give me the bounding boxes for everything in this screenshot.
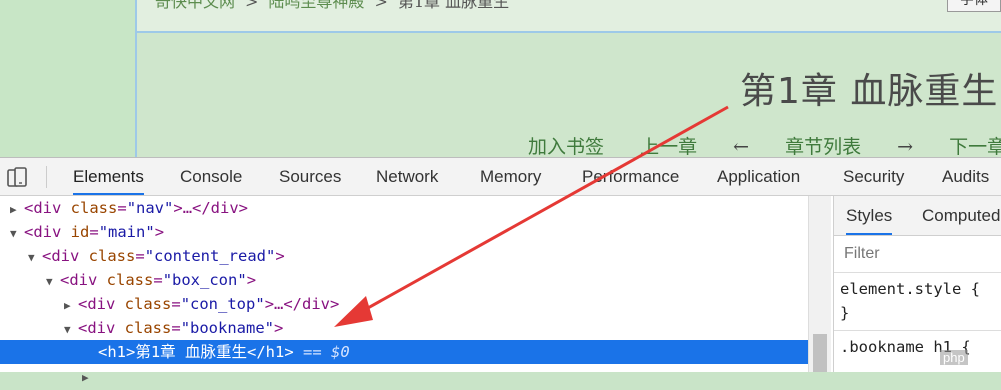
chapter-navigation: 加入书签 上一章 ← 章节列表 → 下一章 (528, 132, 1001, 159)
collapsed-triangle-icon[interactable]: ▶ (10, 198, 24, 222)
dom-node-box-con[interactable]: ▼ <div class="box_con"> (0, 268, 256, 292)
tab-computed[interactable]: Computed (922, 196, 1000, 235)
breadcrumb-text: 奇快中文网 > 陆鸣至尊神殿 > 第1章 血脉重生 (155, 0, 509, 12)
breadcrumb: 奇快中文网 > 陆鸣至尊神殿 > 第1章 血脉重生 字体 (137, 0, 1001, 33)
element-style-close: } (840, 304, 850, 322)
dom-node-main[interactable]: ▼ <div id="main"> (0, 220, 164, 244)
dom-node-h1-selected[interactable]: <h1>第1章 血脉重生</h1> == $0 (0, 340, 808, 364)
dom-node-partial-next[interactable]: ▶ (0, 364, 96, 388)
breadcrumb-current-chapter: 第1章 血脉重生 (397, 0, 510, 11)
font-size-button[interactable]: 字体 (947, 0, 1001, 12)
chapter-title: 第1章 血脉重生 (740, 71, 999, 112)
dom-node-bookname[interactable]: ▼ <div class="bookname"> (0, 316, 283, 340)
breadcrumb-site-link[interactable]: 奇快中文网 (155, 0, 235, 11)
webpage-viewport: 奇快中文网 > 陆鸣至尊神殿 > 第1章 血脉重生 字体 第1章 血脉重生 加入书签 上… (0, 0, 1001, 159)
chapter-list-link[interactable]: 章节列表 (785, 136, 861, 158)
selected-node-console-ref: == $0 (303, 343, 350, 361)
tab-security[interactable]: Security (843, 158, 904, 195)
prev-chapter-link[interactable]: 上一章 (640, 136, 697, 158)
next-chapter-link[interactable]: 下一章 (949, 136, 1001, 158)
rule-divider (834, 330, 1001, 331)
expanded-triangle-icon[interactable]: ▼ (10, 222, 24, 246)
expanded-triangle-icon[interactable]: ▼ (64, 318, 78, 342)
expanded-triangle-icon[interactable]: ▼ (46, 270, 60, 294)
styles-tabbar: Styles Computed (834, 196, 1001, 236)
collapsed-triangle-icon[interactable]: ▶ (64, 294, 78, 318)
tab-styles[interactable]: Styles (846, 196, 893, 235)
selected-node-markup: <h1>第1章 血脉重生</h1> (98, 343, 294, 361)
elements-scrollbar[interactable] (808, 196, 831, 372)
tab-application[interactable]: Application (717, 158, 800, 195)
right-arrow-icon: → (897, 136, 914, 158)
dom-node-nav[interactable]: ▶ <div class="nav">…</div> (0, 196, 248, 220)
tab-audits[interactable]: Audits (942, 158, 989, 195)
styles-sidebar: Styles Computed Filter element.style { }… (833, 196, 1001, 372)
page-left-margin (0, 0, 135, 157)
scrollbar-thumb[interactable] (813, 334, 827, 372)
dom-node-content-read[interactable]: ▼ <div class="content_read"> (0, 244, 285, 268)
tab-elements[interactable]: Elements (73, 158, 144, 195)
expanded-triangle-icon[interactable]: ▼ (28, 246, 42, 270)
devtools-tabbar: Elements Console Sources Network Memory … (0, 158, 1001, 196)
add-bookmark-link[interactable]: 加入书签 (528, 136, 604, 158)
element-style-rule[interactable]: element.style { (840, 280, 980, 298)
tab-memory[interactable]: Memory (480, 158, 541, 195)
elements-dom-tree: ▶ <div class="nav">…</div> ▼ <div id="main… (0, 196, 808, 384)
left-arrow-icon: ← (733, 136, 750, 158)
tab-sources[interactable]: Sources (279, 158, 341, 195)
dom-node-con-top[interactable]: ▶ <div class="con_top">…</div> (0, 292, 339, 316)
toolbar-divider (46, 166, 47, 188)
breadcrumb-book-link[interactable]: 陆鸣至尊神殿 (268, 0, 364, 11)
tab-network[interactable]: Network (376, 158, 438, 195)
tab-console[interactable]: Console (180, 158, 242, 195)
tab-performance[interactable]: Performance (582, 158, 679, 195)
device-toolbar-icon[interactable] (6, 166, 28, 188)
styles-filter-input[interactable]: Filter (834, 236, 1001, 273)
devtools-panel: Elements Console Sources Network Memory … (0, 157, 1001, 384)
php-watermark: php (940, 350, 968, 365)
